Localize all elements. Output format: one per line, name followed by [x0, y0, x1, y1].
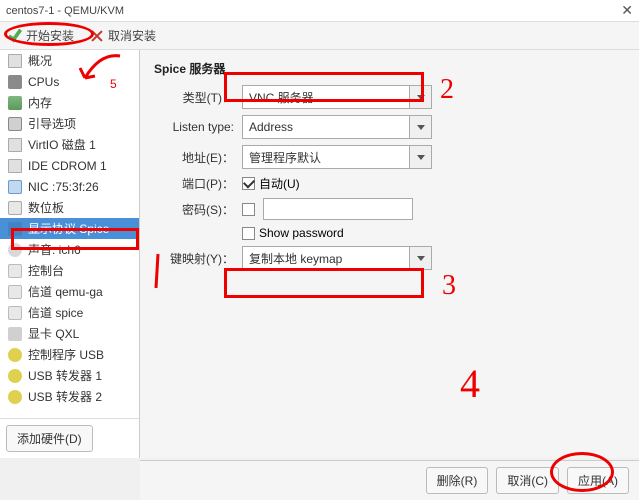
sidebar-item-0[interactable]: 概况: [0, 50, 139, 71]
keymap-label: 键映射(Y)：: [154, 250, 234, 267]
cancel-button[interactable]: 取消(C): [496, 467, 559, 494]
sidebar-item-label: 数位板: [28, 199, 64, 216]
sidebar-item-1[interactable]: CPUs: [0, 71, 139, 92]
toolbar: 开始安装 取消安装: [0, 22, 639, 50]
close-icon[interactable]: ✕: [621, 2, 633, 19]
sidebar-item-2[interactable]: 内存: [0, 92, 139, 113]
type-label: 类型(T)：: [154, 89, 234, 106]
titlebar: centos7-1 - QEMU/KVM ✕: [0, 0, 639, 22]
sidebar-item-label: VirtIO 磁盘 1: [28, 136, 96, 153]
keymap-value: 复制本地 keymap: [243, 250, 409, 267]
password-enable-checkbox[interactable]: [242, 203, 255, 216]
sidebar-item-16[interactable]: USB 转发器 2: [0, 386, 139, 407]
pass-label: 密码(S)：: [154, 201, 234, 218]
disk-icon: [8, 54, 22, 68]
usb-icon: [8, 369, 22, 383]
sidebar-item-11[interactable]: 信道 qemu-ga: [0, 281, 139, 302]
window-title: centos7-1 - QEMU/KVM: [6, 5, 124, 17]
sidebar-item-label: 显卡 QXL: [28, 325, 79, 342]
addr-value: 管理程序默认: [243, 149, 409, 166]
sidebar-item-10[interactable]: 控制台: [0, 260, 139, 281]
boot-icon: [8, 117, 22, 131]
sidebar-item-14[interactable]: 控制程序 USB: [0, 344, 139, 365]
sidebar-item-label: CPUs: [28, 75, 59, 89]
serial-icon: [8, 264, 22, 278]
chevron-down-icon: [409, 86, 431, 108]
sidebar-item-13[interactable]: 显卡 QXL: [0, 323, 139, 344]
usb-icon: [8, 348, 22, 362]
sidebar-item-label: 信道 qemu-ga: [28, 283, 103, 300]
begin-install-label: 开始安装: [26, 27, 74, 44]
chevron-down-icon: [409, 247, 431, 269]
checkbox-icon: [242, 227, 255, 240]
sidebar-item-label: 内存: [28, 94, 52, 111]
addr-label: 地址(E)：: [154, 149, 234, 166]
sidebar-item-3[interactable]: 引导选项: [0, 113, 139, 134]
sidebar-item-label: USB 转发器 1: [28, 367, 102, 384]
addr-combo[interactable]: 管理程序默认: [242, 145, 432, 169]
sidebar-item-9[interactable]: 声音: ich6: [0, 239, 139, 260]
checkbox-icon: [242, 203, 255, 216]
sidebar-item-label: 控制台: [28, 262, 64, 279]
sidebar-item-12[interactable]: 信道 spice: [0, 302, 139, 323]
delete-button[interactable]: 删除(R): [426, 467, 489, 494]
footer: 删除(R) 取消(C) 应用(A): [140, 460, 639, 500]
listen-combo[interactable]: Address: [242, 115, 432, 139]
sidebar-item-label: 概况: [28, 52, 52, 69]
checkbox-icon: [242, 177, 255, 190]
x-icon: [90, 29, 104, 43]
display-icon: [8, 222, 22, 236]
sidebar-item-6[interactable]: NIC :75:3f:26: [0, 176, 139, 197]
content-panel: Spice 服务器 类型(T)： VNC 服务器 Listen type: Ad…: [140, 50, 639, 458]
video-icon: [8, 327, 22, 341]
sidebar-item-8[interactable]: 显示协议 Spice: [0, 218, 139, 239]
port-auto-label: 自动(U): [259, 175, 300, 192]
cancel-install-button[interactable]: 取消安装: [90, 27, 156, 44]
sidebar-item-5[interactable]: IDE CDROM 1: [0, 155, 139, 176]
sidebar-item-15[interactable]: USB 转发器 1: [0, 365, 139, 386]
mem-icon: [8, 96, 22, 110]
apply-button[interactable]: 应用(A): [567, 467, 629, 494]
sidebar: 概况 CPUs 内存引导选项 VirtIO 磁盘 1 IDE CDROM 1 NIC :7…: [0, 50, 140, 458]
disk-icon: [8, 159, 22, 173]
sidebar-item-label: NIC :75:3f:26: [28, 180, 99, 194]
listen-value: Address: [243, 120, 409, 134]
serial-icon: [8, 285, 22, 299]
sidebar-item-label: 信道 spice: [28, 304, 83, 321]
sidebar-item-label: IDE CDROM 1: [28, 159, 107, 173]
sidebar-item-label: 显示协议 Spice: [28, 220, 109, 237]
keymap-combo[interactable]: 复制本地 keymap: [242, 246, 432, 270]
sidebar-item-label: 引导选项: [28, 115, 76, 132]
sidebar-item-label: USB 转发器 2: [28, 388, 102, 405]
listen-label: Listen type:: [154, 120, 234, 134]
sidebar-item-7[interactable]: 数位板: [0, 197, 139, 218]
password-input[interactable]: [263, 198, 413, 220]
cpu-icon: [8, 75, 22, 89]
type-combo[interactable]: VNC 服务器: [242, 85, 432, 109]
sidebar-item-label: 控制程序 USB: [28, 346, 104, 363]
type-value: VNC 服务器: [243, 89, 409, 106]
usb-icon: [8, 390, 22, 404]
show-password-checkbox[interactable]: Show password: [242, 226, 344, 240]
begin-install-button[interactable]: 开始安装: [8, 27, 74, 44]
net-icon: [8, 180, 22, 194]
chevron-down-icon: [409, 116, 431, 138]
panel-title: Spice 服务器: [154, 60, 625, 77]
disk-icon: [8, 138, 22, 152]
check-icon: [8, 29, 22, 43]
sidebar-item-4[interactable]: VirtIO 磁盘 1: [0, 134, 139, 155]
chevron-down-icon: [409, 146, 431, 168]
show-password-label: Show password: [259, 226, 344, 240]
tablet-icon: [8, 201, 22, 215]
serial-icon: [8, 306, 22, 320]
sound-icon: [8, 243, 22, 257]
sidebar-item-label: 声音: ich6: [28, 241, 81, 258]
port-auto-checkbox[interactable]: 自动(U): [242, 175, 300, 192]
add-hardware-button[interactable]: 添加硬件(D): [6, 425, 93, 452]
port-label: 端口(P)：: [154, 175, 234, 192]
cancel-install-label: 取消安装: [108, 27, 156, 44]
